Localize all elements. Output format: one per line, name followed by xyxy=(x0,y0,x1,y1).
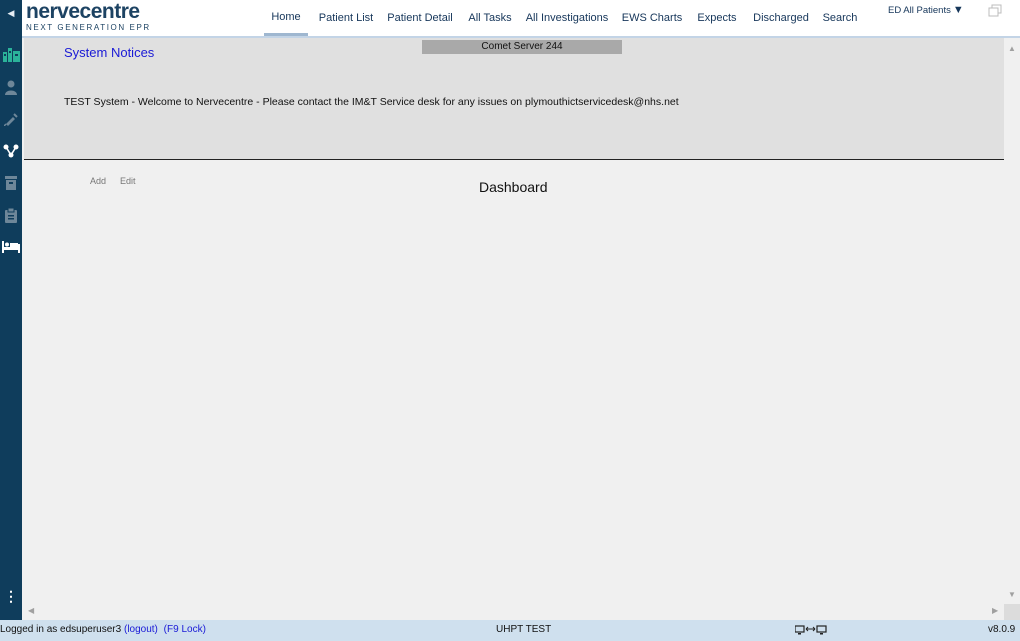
dashboard-title: Dashboard xyxy=(479,179,548,195)
nervecentre-logo: nervecentre NEXT GENERATION EPR xyxy=(26,0,151,33)
bed-icon[interactable] xyxy=(2,238,20,256)
scroll-right-icon[interactable]: ▶ xyxy=(992,606,998,615)
tab-discharged[interactable]: Discharged xyxy=(750,0,812,36)
scroll-up-icon[interactable]: ▲ xyxy=(1008,44,1016,53)
scroll-down-icon[interactable]: ▼ xyxy=(1008,590,1016,599)
notice-message: TEST System - Welcome to Nervecentre - P… xyxy=(64,96,679,108)
sidebar-collapse-button[interactable]: ◀ xyxy=(0,0,22,26)
system-notices-panel: System Notices Comet Server 244 TEST Sys… xyxy=(24,38,1004,160)
f9-lock-link[interactable]: (F9 Lock) xyxy=(164,624,206,635)
clinician-icon[interactable] xyxy=(2,78,20,96)
logout-link[interactable]: (logout) xyxy=(124,624,158,635)
more-glyph: ⋮ xyxy=(4,587,18,604)
logo-main-text: nervecentre xyxy=(26,0,140,23)
server-badge: Comet Server 244 xyxy=(422,40,622,54)
collapse-arrow-icon: ◀ xyxy=(7,7,15,18)
network-connection-icon xyxy=(794,625,827,638)
horizontal-scrollbar[interactable]: ◀ ▶ xyxy=(24,604,1004,620)
network-icon[interactable] xyxy=(2,142,20,160)
tab-expects[interactable]: Expects xyxy=(693,0,741,36)
environment-label: UHPT TEST xyxy=(496,624,552,635)
status-bar: Logged in as edsuperuser3 (logout) (F9 L… xyxy=(0,620,1020,641)
restore-window-icon[interactable] xyxy=(988,4,1002,18)
main-content: System Notices Comet Server 244 TEST Sys… xyxy=(24,38,1004,606)
tab-patient-detail[interactable]: Patient Detail xyxy=(385,0,455,36)
edit-button[interactable]: Edit xyxy=(120,176,136,186)
top-header: nervecentre NEXT GENERATION EPR Home Pat… xyxy=(22,0,1020,38)
version-label: v8.0.9 xyxy=(988,624,1016,635)
logged-in-text: Logged in as edsuperuser3 xyxy=(0,624,122,635)
chevron-down-icon: ▼ xyxy=(952,4,964,16)
tab-ews-charts[interactable]: EWS Charts xyxy=(620,0,684,36)
syringe-icon[interactable] xyxy=(2,110,20,128)
tab-search[interactable]: Search xyxy=(820,0,860,36)
dashboard-icon[interactable] xyxy=(2,46,20,64)
tab-all-tasks[interactable]: All Tasks xyxy=(465,0,515,36)
archive-icon[interactable] xyxy=(2,174,20,192)
ward-selector-label: ED All Patients xyxy=(888,5,951,16)
tab-patient-list[interactable]: Patient List xyxy=(315,0,377,36)
tab-all-investigations[interactable]: All Investigations xyxy=(524,0,610,36)
dashboard-actions: Add Edit xyxy=(90,176,136,186)
scroll-left-icon[interactable]: ◀ xyxy=(28,606,34,615)
clipboard-icon[interactable] xyxy=(2,206,20,224)
more-options-icon[interactable]: ⋮ xyxy=(2,586,20,606)
left-sidebar: ◀ ⋮ xyxy=(0,0,22,622)
scrollbar-corner xyxy=(1004,604,1020,620)
tab-home[interactable]: Home xyxy=(264,0,308,36)
system-notices-title[interactable]: System Notices xyxy=(64,45,154,60)
vertical-scrollbar[interactable]: ▲ ▼ xyxy=(1004,38,1020,604)
ward-selector-dropdown[interactable]: ED All Patients ▼ xyxy=(888,4,964,16)
logo-sub-text: NEXT GENERATION EPR xyxy=(26,23,151,32)
add-button[interactable]: Add xyxy=(90,176,106,186)
login-status: Logged in as edsuperuser3 (logout) (F9 L… xyxy=(0,624,206,635)
